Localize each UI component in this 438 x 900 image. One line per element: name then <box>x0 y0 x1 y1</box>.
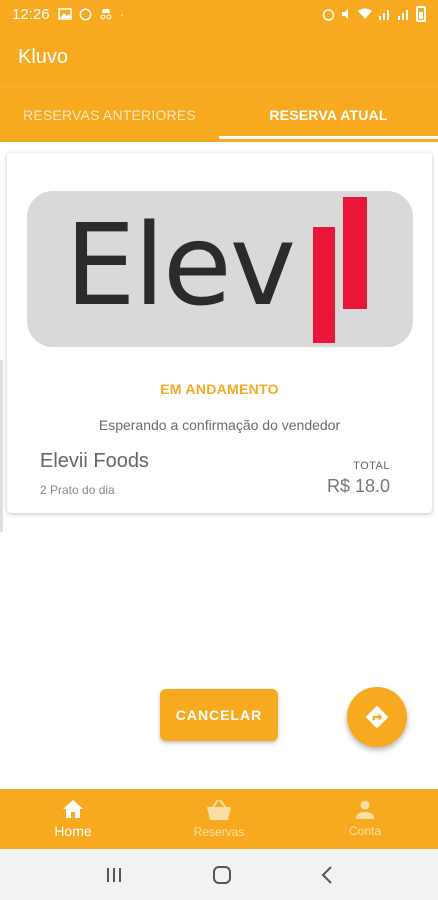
reservation-message: Esperando a confirmação do vendedor <box>98 417 341 433</box>
whatsapp-icon <box>79 8 91 20</box>
total-label: TOTAL <box>353 460 390 472</box>
nav-reservas[interactable]: Reservas <box>146 789 292 849</box>
total-value: R$ 18.0 <box>326 476 390 496</box>
signal-2-icon <box>398 10 408 20</box>
bottom-navigation: Home Reservas Conta <box>0 789 438 849</box>
image-icon <box>57 8 72 20</box>
cancel-button[interactable]: CANCELAR <box>160 689 278 741</box>
nav-home-label: Home <box>54 823 92 839</box>
nav-home[interactable]: Home <box>0 789 146 849</box>
directions-fab[interactable] <box>347 687 407 747</box>
reservation-status: EM ANDAMENTO <box>160 381 279 397</box>
app-title: Kluvo <box>18 45 69 68</box>
logo-bar-right <box>343 197 367 309</box>
mute-icon <box>342 9 348 19</box>
alarm-icon <box>322 8 335 21</box>
nav-conta-label: Conta <box>348 824 382 838</box>
dot-icon: · <box>119 6 124 22</box>
home-icon <box>63 800 83 818</box>
nav-reservas-label: Reservas <box>193 825 245 839</box>
basket-icon <box>207 799 231 820</box>
system-icons <box>322 6 426 22</box>
home-button-icon[interactable] <box>212 865 232 885</box>
reservation-card[interactable]: Elev EM ANDAMENTO Esperando a confirmaçã… <box>7 153 432 513</box>
recent-apps-icon[interactable] <box>104 866 124 884</box>
store-logo: Elev <box>27 191 413 347</box>
tab-reservas-anteriores[interactable]: RESERVAS ANTERIORES <box>0 87 219 142</box>
notification-icons: · <box>57 6 124 22</box>
order-items: 2 Prato do dia <box>40 483 115 497</box>
person-icon <box>356 800 374 819</box>
status-time: 12:26 <box>12 5 50 23</box>
store-name: Elevii Foods <box>40 450 149 472</box>
signal-icon <box>379 10 389 20</box>
wifi-icon <box>358 8 372 19</box>
side-edge-handle <box>0 360 3 532</box>
battery-icon <box>416 6 426 22</box>
tab-bar: RESERVAS ANTERIORES RESERVA ATUAL <box>0 86 438 142</box>
nav-conta[interactable]: Conta <box>292 789 438 849</box>
status-bar: 12:26 · <box>0 0 438 28</box>
incognito-icon <box>100 9 112 20</box>
system-navigation <box>0 849 438 900</box>
directions-icon <box>365 705 389 729</box>
app-bar: Kluvo <box>0 28 438 86</box>
logo-bar-left <box>313 227 335 343</box>
back-icon[interactable] <box>320 865 334 885</box>
store-logo-text: Elev <box>65 201 296 331</box>
tab-reserva-atual[interactable]: RESERVA ATUAL <box>219 87 438 142</box>
